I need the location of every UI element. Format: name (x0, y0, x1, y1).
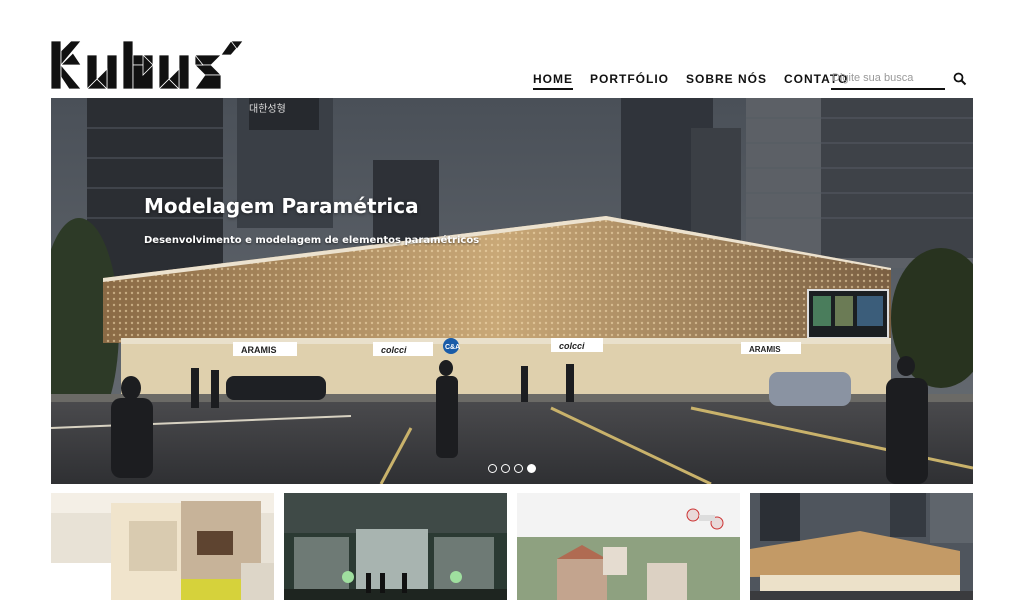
sign-colcci-1: colcci (381, 345, 407, 355)
thumbnail-fountain-image (284, 493, 507, 600)
thumbnail-fountain-night[interactable] (284, 493, 507, 600)
slider-pagination (488, 464, 540, 473)
thumbnail-parametric-building[interactable] (750, 493, 973, 600)
thumbnail-drone-image (517, 493, 740, 600)
thumbnail-building-image (750, 493, 973, 600)
kubus-logo[interactable] (51, 41, 243, 89)
slider-dot-1[interactable] (488, 464, 497, 473)
sign-ca: C&A (445, 344, 460, 351)
search-box (831, 68, 973, 90)
sign-korean: 대한성형 (249, 103, 286, 115)
sign-aramis-2: ARAMIS (749, 345, 781, 354)
search-input[interactable] (831, 68, 945, 90)
slider-dot-3[interactable] (514, 464, 523, 473)
sign-aramis-1: ARAMIS (241, 345, 277, 355)
slider-dot-4[interactable] (527, 464, 536, 473)
hero-title: Modelagem Paramétrica (144, 194, 419, 218)
hero-image: ARAMIS colcci C&A colcci ARAMIS 대한성형 (51, 98, 973, 484)
thumbnail-interior-image (51, 493, 274, 600)
thumbnail-interior[interactable] (51, 493, 274, 600)
nav-item-home[interactable]: HOME (533, 70, 573, 90)
hero-slider[interactable]: ARAMIS colcci C&A colcci ARAMIS 대한성형 Mod… (51, 98, 973, 484)
sign-colcci-2: colcci (559, 341, 585, 351)
thumbnail-drone-town[interactable] (517, 493, 740, 600)
nav-item-sobre-nos[interactable]: SOBRE NÓS (686, 70, 767, 90)
search-icon[interactable] (953, 72, 967, 86)
main-nav: HOME PORTFÓLIO SOBRE NÓS CONTATO (533, 70, 865, 90)
hero-subtitle: Desenvolvimento e modelagem de elementos… (144, 235, 480, 246)
nav-item-portfolio[interactable]: PORTFÓLIO (590, 70, 669, 90)
slider-dot-2[interactable] (501, 464, 510, 473)
